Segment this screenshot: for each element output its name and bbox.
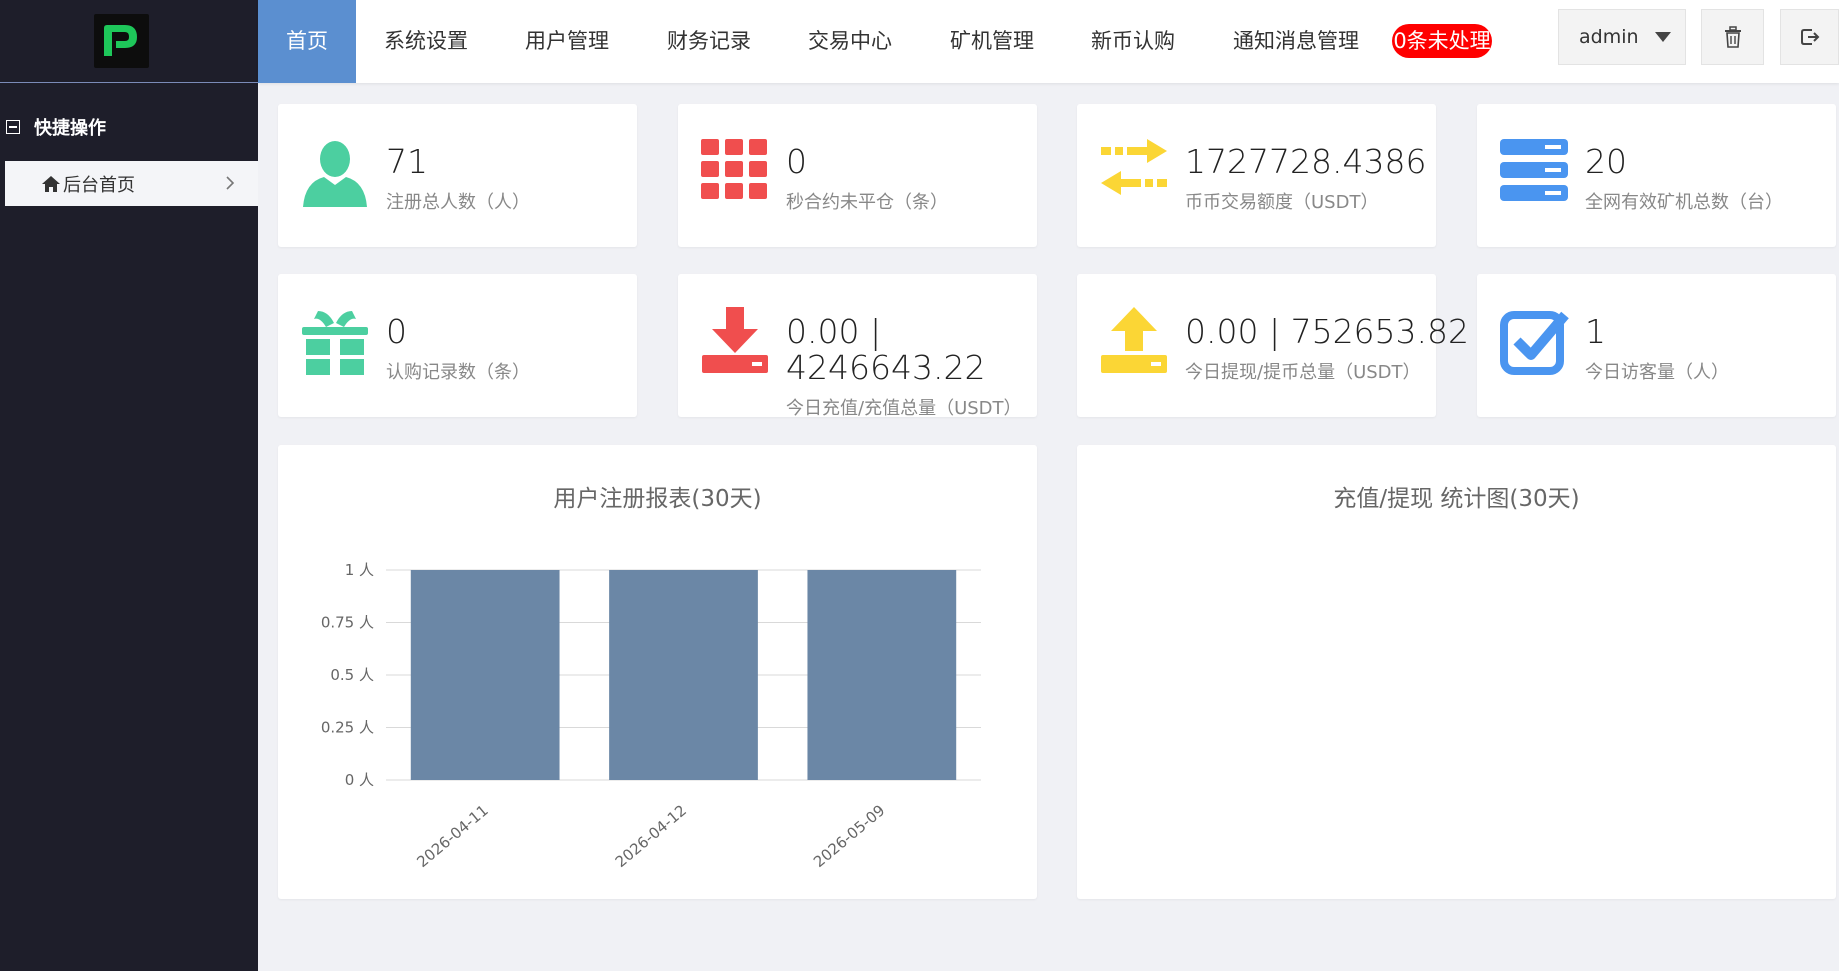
logout-button[interactable] <box>1780 9 1839 65</box>
nav-finance-records[interactable]: 财务记录 <box>667 0 751 83</box>
username: admin <box>1579 26 1639 48</box>
stat-value: 0 <box>786 142 807 181</box>
nav-trading-center[interactable]: 交易中心 <box>808 0 892 83</box>
stat-label: 今日充值/充值总量（USDT） <box>786 398 1022 419</box>
checkbox-icon <box>1500 311 1569 375</box>
sidebar-section-header[interactable]: 快捷操作 <box>6 112 106 142</box>
registration-chart-panel: 用户注册报表(30天) 0 人 0.25 人 0.5 人 0.75 人1 人 2026-… <box>278 445 1037 899</box>
sidebar-section-title: 快捷操作 <box>34 118 106 139</box>
caret-down-icon <box>1654 32 1671 42</box>
trash-icon <box>1724 26 1741 48</box>
stat-value: 0.00 | 752653.82 <box>1185 312 1470 351</box>
nav-new-coin-subscription[interactable]: 新币认购 <box>1091 0 1175 83</box>
stat-label: 币币交易额度（USDT） <box>1185 192 1379 213</box>
sidebar: 快捷操作 后台首页 <box>0 0 258 971</box>
stat-card-active-miners: 20 全网有效矿机总数（台） <box>1477 104 1836 247</box>
logo-area <box>0 0 258 83</box>
stat-card-open-contracts: 0 秒合约未平仓（条） <box>678 104 1037 247</box>
gift-icon <box>302 311 368 375</box>
nav-notification-management[interactable]: 通知消息管理 <box>1233 0 1359 83</box>
stat-value: 1727728.4386 <box>1185 142 1427 181</box>
sidebar-item-label: 后台首页 <box>63 174 135 196</box>
chart-title: 充值/提现 统计图(30天) <box>1333 486 1580 512</box>
nav-system-settings[interactable]: 系统设置 <box>384 0 468 83</box>
logo[interactable] <box>94 14 149 68</box>
stat-card-visitors: 1 今日访客量（人） <box>1477 274 1836 417</box>
logout-icon <box>1800 29 1819 45</box>
stat-card-subscription-records: 0 认购记录数（条） <box>278 274 637 417</box>
stat-value: 0.00 | 4246643.22 <box>786 312 986 387</box>
deposit-withdraw-chart-panel: 充值/提现 统计图(30天) <box>1077 445 1836 899</box>
stat-value: 20 <box>1585 142 1627 181</box>
logo-icon <box>104 25 137 56</box>
stat-card-trade-volume: 1727728.4386 币币交易额度（USDT） <box>1077 104 1436 247</box>
chevron-right-icon <box>226 176 235 190</box>
nav-user-management[interactable]: 用户管理 <box>525 0 609 83</box>
y-tick-label: 0.5 人 <box>330 666 374 684</box>
x-tick-label: 2026-04-11 <box>413 801 491 871</box>
x-tick-label: 2026-05-09 <box>810 801 888 871</box>
stat-label: 全网有效矿机总数（台） <box>1585 192 1783 213</box>
stat-label: 注册总人数（人） <box>386 192 530 213</box>
clear-cache-button[interactable] <box>1701 9 1764 65</box>
stat-value: 71 <box>386 142 428 181</box>
grid-icon <box>701 139 767 199</box>
server-icon <box>1500 139 1568 201</box>
y-tick-label: 0.75 人 <box>321 614 374 632</box>
stat-value: 1 <box>1585 312 1606 351</box>
collapse-icon[interactable] <box>6 120 20 134</box>
sidebar-item-dashboard[interactable]: 后台首页 <box>5 161 258 206</box>
user-icon <box>303 141 367 207</box>
top-navbar: 首页 系统设置 用户管理 财务记录 交易中心 矿机管理 新币认购 通知消息管理 … <box>258 0 1839 83</box>
upload-icon <box>1101 307 1167 373</box>
nav-home[interactable]: 首页 <box>258 0 356 83</box>
y-tick-label: 0 人 <box>345 771 374 789</box>
x-tick-label: 2026-04-12 <box>612 801 690 871</box>
bar[interactable] <box>609 570 758 780</box>
bar[interactable] <box>807 570 957 780</box>
stat-label: 认购记录数（条） <box>386 362 530 383</box>
y-tick-label: 1 人 <box>345 561 374 579</box>
home-icon <box>42 175 60 192</box>
exchange-arrows-icon <box>1101 139 1167 195</box>
user-menu-button[interactable]: admin <box>1558 9 1686 65</box>
nav-miner-management[interactable]: 矿机管理 <box>950 0 1034 83</box>
unprocessed-badge[interactable]: 0条未处理 <box>1392 24 1492 58</box>
y-tick-label: 0.25 人 <box>321 719 374 737</box>
bar[interactable] <box>410 570 560 780</box>
stat-label: 今日提现/提币总量（USDT） <box>1185 362 1421 383</box>
stat-label: 今日访客量（人） <box>1585 362 1729 383</box>
download-icon <box>702 307 768 373</box>
stat-value: 0 <box>386 312 407 351</box>
stat-card-registered-users: 71 注册总人数（人） <box>278 104 637 247</box>
registration-bar-chart: 0 人 0.25 人 0.5 人 0.75 人 1 人 2026-04-11 2026-04… <box>321 561 981 871</box>
stat-card-deposits: 0.00 | 4246643.22 今日充值/充值总量（USDT） <box>678 274 1037 419</box>
stat-label: 秒合约未平仓（条） <box>786 192 948 213</box>
stat-card-withdrawals: 0.00 | 752653.82 今日提现/提币总量（USDT） <box>1077 274 1469 417</box>
